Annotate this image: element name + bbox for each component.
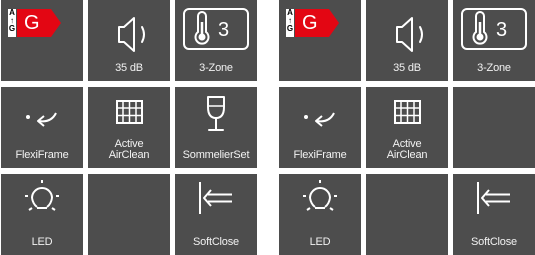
- tile-empty: [366, 174, 448, 255]
- zones-label: 3-Zone: [477, 62, 511, 74]
- tile-empty: [453, 87, 535, 168]
- tile-energy-class: A ↑ G G: [1, 0, 83, 81]
- energy-scale-bottom: G: [8, 24, 16, 33]
- sommelierset-label: SommelierSet: [182, 149, 250, 161]
- tile-active-airclean: Active AirClean: [366, 87, 448, 168]
- energy-scale-bottom: G: [286, 24, 294, 33]
- tile-softclose: SoftClose: [453, 174, 535, 255]
- tile-flexiframe: FlexiFrame: [1, 87, 83, 168]
- airclean-label: Active AirClean: [88, 139, 170, 161]
- tile-led: LED: [1, 174, 83, 255]
- energy-scale: A ↑ G: [8, 9, 16, 37]
- tile-flexiframe: FlexiFrame: [279, 87, 361, 168]
- tile-energy-class: A ↑ G G: [279, 0, 361, 81]
- flexiframe-label: FlexiFrame: [15, 149, 69, 161]
- softclose-label: SoftClose: [471, 236, 517, 248]
- zones-label: 3-Zone: [199, 62, 233, 74]
- energy-class-letter: G: [302, 12, 318, 34]
- zone-count: 3: [218, 19, 230, 41]
- airclean-label-line2: AirClean: [386, 149, 428, 161]
- noise-label: 35 dB: [115, 62, 143, 74]
- zone-count: 3: [496, 19, 508, 41]
- energy-scale: A ↑ G: [286, 9, 294, 37]
- softclose-label: SoftClose: [193, 236, 239, 248]
- tile-temperature-zones: 3 3-Zone: [453, 0, 535, 81]
- tile-softclose: SoftClose: [175, 174, 257, 255]
- tile-noise-level: 35 dB: [88, 0, 170, 81]
- airclean-label: Active AirClean: [366, 139, 448, 161]
- tile-empty: [88, 174, 170, 255]
- feature-grid-left: A ↑ G G 35 dB 3 3-Zone FlexiFrame Active…: [1, 0, 257, 255]
- energy-class-letter: G: [24, 12, 40, 34]
- flexiframe-label: FlexiFrame: [293, 149, 347, 161]
- led-label: LED: [309, 236, 331, 248]
- tile-temperature-zones: 3 3-Zone: [175, 0, 257, 81]
- tile-noise-level: 35 dB: [366, 0, 448, 81]
- feature-grid-right: A ↑ G G 35 dB 3 3-Zone FlexiFrame Active…: [279, 0, 535, 255]
- noise-label: 35 dB: [393, 62, 421, 74]
- led-label: LED: [31, 236, 53, 248]
- airclean-label-line2: AirClean: [108, 149, 150, 161]
- tile-active-airclean: Active AirClean: [88, 87, 170, 168]
- tile-sommelierset: SommelierSet: [175, 87, 257, 168]
- tile-led: LED: [279, 174, 361, 255]
